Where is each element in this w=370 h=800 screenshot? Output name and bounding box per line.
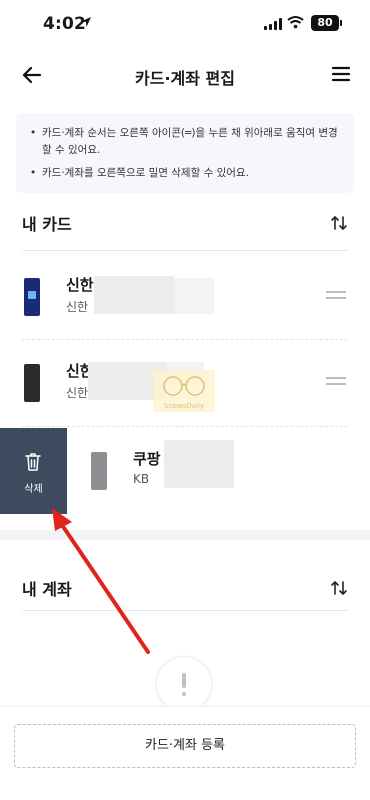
notice-box: 카드·계좌 순서는 오른쪽 아이콘(═)을 누른 채 위아래로 움직여 변경할 … xyxy=(16,113,354,193)
redacted-area xyxy=(94,276,174,314)
notice-item: 카드·계좌를 오른쪽으로 밀면 삭제할 수 있어요. xyxy=(30,165,344,182)
trash-icon xyxy=(25,453,41,471)
sort-icon[interactable] xyxy=(330,214,348,232)
card-row[interactable]: 신한 신한 xyxy=(0,254,370,340)
row-divider xyxy=(22,426,348,427)
section-separator xyxy=(0,530,370,540)
page-title: 카드·계좌 편집 xyxy=(135,69,235,88)
cellular-signal-icon xyxy=(264,18,282,30)
card-subtitle: KB xyxy=(133,472,150,486)
notice-item: 카드·계좌 순서는 오른쪽 아이콘(═)을 누른 채 위아래로 움직여 변경할 … xyxy=(30,125,344,159)
card-name: 신한 xyxy=(66,276,94,294)
watermark-text: SnowsDaily xyxy=(163,402,205,410)
watermark: SnowsDaily xyxy=(153,370,215,412)
card-subtitle: 신한 xyxy=(66,300,89,314)
wifi-icon xyxy=(287,16,304,29)
drag-handle-icon[interactable] xyxy=(326,291,346,299)
my-accounts-title: 내 계좌 xyxy=(22,580,72,599)
redacted-area xyxy=(164,440,234,488)
card-subtitle: 신한 xyxy=(66,386,89,400)
card-thumbnail xyxy=(24,278,40,316)
card-thumbnail xyxy=(91,452,107,490)
hamburger-menu-icon[interactable] xyxy=(330,63,352,85)
status-bar: 4:02 80 xyxy=(0,0,370,50)
header: 카드·계좌 편집 xyxy=(0,55,370,99)
my-cards-title: 내 카드 xyxy=(22,215,72,234)
section-divider xyxy=(22,250,348,251)
location-arrow-icon xyxy=(81,17,91,27)
register-card-account-button[interactable]: 카드·계좌 등록 xyxy=(14,724,356,768)
card-name: 쿠팡 xyxy=(133,450,161,468)
section-divider xyxy=(22,610,348,611)
delete-label: 삭제 xyxy=(24,484,43,495)
card-thumbnail xyxy=(24,364,40,402)
bottom-bar: 카드·계좌 등록 xyxy=(0,706,370,800)
my-accounts-header: 내 계좌 xyxy=(22,576,348,604)
info-floating-button[interactable] xyxy=(156,656,212,712)
battery-indicator: 80 xyxy=(311,15,342,31)
card-row[interactable]: 쿠팡 KB xyxy=(67,428,370,514)
drag-handle-icon[interactable] xyxy=(326,377,346,385)
glasses-icon xyxy=(163,376,205,396)
redacted-area xyxy=(174,278,214,314)
sort-icon[interactable] xyxy=(330,579,348,597)
exclamation-icon xyxy=(182,673,186,688)
delete-button[interactable]: 삭제 xyxy=(0,428,67,514)
my-cards-header: 내 카드 xyxy=(22,211,348,239)
